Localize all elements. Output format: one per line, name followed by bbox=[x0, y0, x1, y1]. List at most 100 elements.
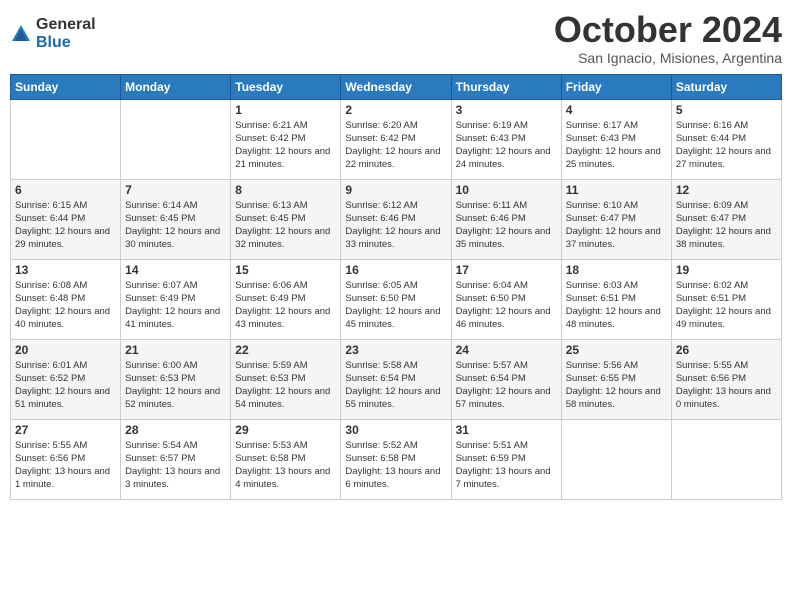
calendar-cell: 1 Sunrise: 6:21 AM Sunset: 6:42 PM Daylig… bbox=[231, 99, 341, 179]
day-info: Sunrise: 6:04 AM Sunset: 6:50 PM Dayligh… bbox=[456, 279, 557, 332]
calendar-header-saturday: Saturday bbox=[671, 74, 781, 99]
day-number: 14 bbox=[125, 263, 226, 277]
day-number: 22 bbox=[235, 343, 336, 357]
calendar-cell: 20Sunrise: 6:01 AM Sunset: 6:52 PM Dayli… bbox=[11, 339, 121, 419]
logo-icon bbox=[10, 23, 32, 45]
calendar-cell: 11 Sunrise: 6:10 AM Sunset: 6:47 PM Dayli… bbox=[561, 179, 671, 259]
calendar-cell: 7Sunrise: 6:14 AM Sunset: 6:45 PM Daylig… bbox=[121, 179, 231, 259]
day-number: 21 bbox=[125, 343, 226, 357]
logo-general-text: General bbox=[36, 16, 96, 34]
calendar-week-row: 20Sunrise: 6:01 AM Sunset: 6:52 PM Dayli… bbox=[11, 339, 782, 419]
day-info: Sunrise: 6:21 AM Sunset: 6:42 PM Dayligh… bbox=[235, 119, 336, 172]
day-number: 16 bbox=[345, 263, 446, 277]
day-info: Sunrise: 5:59 AM Sunset: 6:53 PM Dayligh… bbox=[235, 359, 336, 412]
day-number: 9 bbox=[345, 183, 446, 197]
day-number: 27 bbox=[15, 423, 116, 437]
calendar-header-thursday: Thursday bbox=[451, 74, 561, 99]
day-number: 4 bbox=[566, 103, 667, 117]
day-number: 11 bbox=[566, 183, 667, 197]
calendar-cell: 3Sunrise: 6:19 AM Sunset: 6:43 PM Daylig… bbox=[451, 99, 561, 179]
day-number: 26 bbox=[676, 343, 777, 357]
calendar-cell: 27Sunrise: 5:55 AM Sunset: 6:56 PM Dayli… bbox=[11, 419, 121, 499]
calendar-cell: 31 Sunrise: 5:51 AM Sunset: 6:59 PM Dayli… bbox=[451, 419, 561, 499]
calendar-week-row: 13 Sunrise: 6:08 AM Sunset: 6:48 PM Dayli… bbox=[11, 259, 782, 339]
day-info: Sunrise: 6:16 AM Sunset: 6:44 PM Dayligh… bbox=[676, 119, 777, 172]
day-info: Sunrise: 6:17 AM Sunset: 6:43 PM Dayligh… bbox=[566, 119, 667, 172]
calendar-cell: 26 Sunrise: 5:55 AM Sunset: 6:56 PM Dayli… bbox=[671, 339, 781, 419]
day-info: Sunrise: 6:19 AM Sunset: 6:43 PM Dayligh… bbox=[456, 119, 557, 172]
calendar-body: 1 Sunrise: 6:21 AM Sunset: 6:42 PM Daylig… bbox=[11, 99, 782, 499]
day-number: 28 bbox=[125, 423, 226, 437]
day-info: Sunrise: 6:13 AM Sunset: 6:45 PM Dayligh… bbox=[235, 199, 336, 252]
day-info: Sunrise: 5:55 AM Sunset: 6:56 PM Dayligh… bbox=[676, 359, 777, 412]
calendar-cell: 4 Sunrise: 6:17 AM Sunset: 6:43 PM Daylig… bbox=[561, 99, 671, 179]
calendar-cell: 15Sunrise: 6:06 AM Sunset: 6:49 PM Dayli… bbox=[231, 259, 341, 339]
calendar-header-friday: Friday bbox=[561, 74, 671, 99]
day-info: Sunrise: 6:15 AM Sunset: 6:44 PM Dayligh… bbox=[15, 199, 116, 252]
calendar-cell: 5Sunrise: 6:16 AM Sunset: 6:44 PM Daylig… bbox=[671, 99, 781, 179]
day-info: Sunrise: 6:07 AM Sunset: 6:49 PM Dayligh… bbox=[125, 279, 226, 332]
day-info: Sunrise: 5:52 AM Sunset: 6:58 PM Dayligh… bbox=[345, 439, 446, 492]
calendar-cell: 24 Sunrise: 5:57 AM Sunset: 6:54 PM Dayli… bbox=[451, 339, 561, 419]
day-number: 7 bbox=[125, 183, 226, 197]
day-info: Sunrise: 5:51 AM Sunset: 6:59 PM Dayligh… bbox=[456, 439, 557, 492]
day-number: 6 bbox=[15, 183, 116, 197]
title-block: October 2024 San Ignacio, Misiones, Arge… bbox=[554, 10, 782, 66]
day-number: 19 bbox=[676, 263, 777, 277]
day-info: Sunrise: 6:03 AM Sunset: 6:51 PM Dayligh… bbox=[566, 279, 667, 332]
day-number: 18 bbox=[566, 263, 667, 277]
day-info: Sunrise: 6:20 AM Sunset: 6:42 PM Dayligh… bbox=[345, 119, 446, 172]
calendar-cell bbox=[121, 99, 231, 179]
day-number: 12 bbox=[676, 183, 777, 197]
day-number: 10 bbox=[456, 183, 557, 197]
calendar-cell: 28 Sunrise: 5:54 AM Sunset: 6:57 PM Dayli… bbox=[121, 419, 231, 499]
calendar-header-sunday: Sunday bbox=[11, 74, 121, 99]
calendar-cell: 2Sunrise: 6:20 AM Sunset: 6:42 PM Daylig… bbox=[341, 99, 451, 179]
day-info: Sunrise: 6:02 AM Sunset: 6:51 PM Dayligh… bbox=[676, 279, 777, 332]
page-header: General Blue October 2024 San Ignacio, M… bbox=[10, 10, 782, 66]
day-info: Sunrise: 6:08 AM Sunset: 6:48 PM Dayligh… bbox=[15, 279, 116, 332]
calendar-week-row: 1 Sunrise: 6:21 AM Sunset: 6:42 PM Daylig… bbox=[11, 99, 782, 179]
day-info: Sunrise: 6:11 AM Sunset: 6:46 PM Dayligh… bbox=[456, 199, 557, 252]
calendar-cell: 21 Sunrise: 6:00 AM Sunset: 6:53 PM Dayli… bbox=[121, 339, 231, 419]
calendar-cell: 18 Sunrise: 6:03 AM Sunset: 6:51 PM Dayli… bbox=[561, 259, 671, 339]
location-subtitle: San Ignacio, Misiones, Argentina bbox=[554, 50, 782, 66]
calendar-cell: 8 Sunrise: 6:13 AM Sunset: 6:45 PM Daylig… bbox=[231, 179, 341, 259]
calendar-cell: 16 Sunrise: 6:05 AM Sunset: 6:50 PM Dayli… bbox=[341, 259, 451, 339]
day-info: Sunrise: 6:06 AM Sunset: 6:49 PM Dayligh… bbox=[235, 279, 336, 332]
day-number: 25 bbox=[566, 343, 667, 357]
day-number: 8 bbox=[235, 183, 336, 197]
logo-blue-text: Blue bbox=[36, 34, 96, 52]
day-info: Sunrise: 6:10 AM Sunset: 6:47 PM Dayligh… bbox=[566, 199, 667, 252]
calendar-cell: 22 Sunrise: 5:59 AM Sunset: 6:53 PM Dayli… bbox=[231, 339, 341, 419]
day-info: Sunrise: 5:56 AM Sunset: 6:55 PM Dayligh… bbox=[566, 359, 667, 412]
day-info: Sunrise: 5:57 AM Sunset: 6:54 PM Dayligh… bbox=[456, 359, 557, 412]
calendar-cell bbox=[11, 99, 121, 179]
day-number: 30 bbox=[345, 423, 446, 437]
calendar-header-wednesday: Wednesday bbox=[341, 74, 451, 99]
calendar-week-row: 27Sunrise: 5:55 AM Sunset: 6:56 PM Dayli… bbox=[11, 419, 782, 499]
calendar-cell: 12 Sunrise: 6:09 AM Sunset: 6:47 PM Dayli… bbox=[671, 179, 781, 259]
day-number: 23 bbox=[345, 343, 446, 357]
day-info: Sunrise: 6:09 AM Sunset: 6:47 PM Dayligh… bbox=[676, 199, 777, 252]
day-number: 29 bbox=[235, 423, 336, 437]
calendar-cell: 14 Sunrise: 6:07 AM Sunset: 6:49 PM Dayli… bbox=[121, 259, 231, 339]
day-number: 24 bbox=[456, 343, 557, 357]
day-number: 13 bbox=[15, 263, 116, 277]
calendar-cell: 25 Sunrise: 5:56 AM Sunset: 6:55 PM Dayli… bbox=[561, 339, 671, 419]
calendar-cell: 29Sunrise: 5:53 AM Sunset: 6:58 PM Dayli… bbox=[231, 419, 341, 499]
calendar-cell bbox=[561, 419, 671, 499]
day-info: Sunrise: 6:05 AM Sunset: 6:50 PM Dayligh… bbox=[345, 279, 446, 332]
calendar-cell: 19 Sunrise: 6:02 AM Sunset: 6:51 PM Dayli… bbox=[671, 259, 781, 339]
day-info: Sunrise: 5:54 AM Sunset: 6:57 PM Dayligh… bbox=[125, 439, 226, 492]
calendar-cell: 6 Sunrise: 6:15 AM Sunset: 6:44 PM Daylig… bbox=[11, 179, 121, 259]
day-info: Sunrise: 6:00 AM Sunset: 6:53 PM Dayligh… bbox=[125, 359, 226, 412]
month-title: October 2024 bbox=[554, 10, 782, 50]
day-info: Sunrise: 5:58 AM Sunset: 6:54 PM Dayligh… bbox=[345, 359, 446, 412]
day-number: 1 bbox=[235, 103, 336, 117]
calendar-table: SundayMondayTuesdayWednesdayThursdayFrid… bbox=[10, 74, 782, 500]
calendar-cell: 23 Sunrise: 5:58 AM Sunset: 6:54 PM Dayli… bbox=[341, 339, 451, 419]
calendar-cell: 10 Sunrise: 6:11 AM Sunset: 6:46 PM Dayli… bbox=[451, 179, 561, 259]
calendar-cell: 17Sunrise: 6:04 AM Sunset: 6:50 PM Dayli… bbox=[451, 259, 561, 339]
day-number: 31 bbox=[456, 423, 557, 437]
